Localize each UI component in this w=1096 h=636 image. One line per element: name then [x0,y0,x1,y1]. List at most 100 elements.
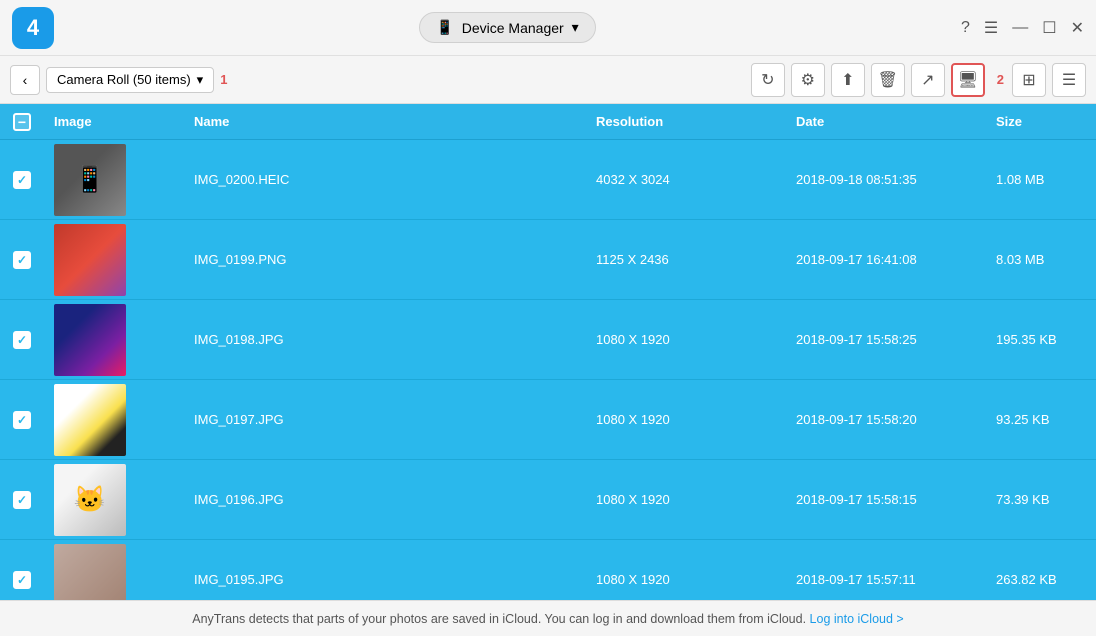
table-row: 🐱 IMG_0196.JPG 1080 X 1920 2018-09-17 15… [0,460,1096,540]
app-logo: 4 [12,7,54,49]
grid-icon: ⊞ [1022,70,1035,90]
row-date-5: 2018-09-17 15:57:11 [786,572,986,587]
to-computer-button[interactable]: 🖥 [951,63,985,97]
toolbar: ‹ Camera Roll (50 items) ▾ 1 ↻ ⚙ ⬆ 🗑 ↗ 🖥… [0,56,1096,104]
header-name: Name [184,114,586,129]
row-size-0: 1.08 MB [986,172,1096,187]
row-thumbnail-1 [54,224,126,296]
close-button[interactable]: ✕ [1071,18,1084,38]
notification-bar: AnyTrans detects that parts of your phot… [0,600,1096,636]
row-thumbnail-0: 📱 [54,144,126,216]
row-size-5: 263.82 KB [986,572,1096,587]
notification-text: AnyTrans detects that parts of your phot… [192,612,806,626]
export-icon: ↗ [921,70,934,90]
help-button[interactable]: ? [961,19,970,37]
table-body: 📱 IMG_0200.HEIC 4032 X 3024 2018-09-18 0… [0,140,1096,600]
album-label: Camera Roll (50 items) [57,72,191,87]
row-thumbnail-4: 🐱 [54,464,126,536]
restore-button[interactable]: ☐ [1042,18,1056,38]
row-checkbox-2[interactable] [13,331,31,349]
step1-label: 1 [220,72,227,87]
header-size: Size [986,114,1096,129]
grid-view-button[interactable]: ⊞ [1012,63,1046,97]
table-row: IMG_0199.PNG 1125 X 2436 2018-09-17 16:4… [0,220,1096,300]
titlebar-controls: ? ☰ — ☐ ✕ [961,18,1084,38]
row-image-2 [44,300,184,380]
row-date-3: 2018-09-17 15:58:20 [786,412,986,427]
row-resolution-1: 1125 X 2436 [586,252,786,267]
to-computer-icon: 🖥 [958,70,978,90]
row-checkbox-4[interactable] [13,491,31,509]
refresh-icon: ↻ [761,70,774,90]
row-date-0: 2018-09-18 08:51:35 [786,172,986,187]
table-row: IMG_0198.JPG 1080 X 1920 2018-09-17 15:5… [0,300,1096,380]
device-manager-label: Device Manager [462,20,564,36]
upload-icon: ⬆ [841,70,854,90]
row-name-0: IMG_0200.HEIC [184,172,586,187]
table-row: IMG_0197.JPG 1080 X 1920 2018-09-17 15:5… [0,380,1096,460]
row-size-1: 8.03 MB [986,252,1096,267]
menu-button[interactable]: ☰ [984,18,998,38]
step2-wrap: 2 [997,71,1006,89]
row-check-cell-4 [0,491,44,509]
titlebar: 4 📱 Device Manager ▾ ? ☰ — ☐ ✕ [0,0,1096,56]
delete-icon: 🗑 [878,70,898,90]
delete-button[interactable]: 🗑 [871,63,905,97]
row-check-cell-5 [0,571,44,589]
export-button[interactable]: ↗ [911,63,945,97]
header-check-cell: − [0,113,44,131]
back-button[interactable]: ‹ [10,65,40,95]
row-check-cell-0 [0,171,44,189]
row-image-5 [44,540,184,601]
row-date-1: 2018-09-17 16:41:08 [786,252,986,267]
table-row: IMG_0195.JPG 1080 X 1920 2018-09-17 15:5… [0,540,1096,600]
row-date-2: 2018-09-17 15:58:25 [786,332,986,347]
row-name-4: IMG_0196.JPG [184,492,586,507]
row-size-2: 195.35 KB [986,332,1096,347]
row-image-3 [44,380,184,460]
toolbar-spacer: 1 [220,71,745,89]
device-manager-button[interactable]: 📱 Device Manager ▾ [419,12,595,43]
icloud-login-link[interactable]: Log into iCloud > [810,612,904,626]
row-date-4: 2018-09-17 15:58:15 [786,492,986,507]
settings-button[interactable]: ⚙ [791,63,825,97]
album-selector[interactable]: Camera Roll (50 items) ▾ [46,67,214,93]
row-checkbox-5[interactable] [13,571,31,589]
list-icon: ☰ [1062,70,1076,90]
table-header: − Image Name Resolution Date Size [0,104,1096,140]
row-size-3: 93.25 KB [986,412,1096,427]
album-dropdown-arrow-icon: ▾ [197,72,204,88]
header-resolution: Resolution [586,114,786,129]
row-resolution-3: 1080 X 1920 [586,412,786,427]
row-size-4: 73.39 KB [986,492,1096,507]
row-resolution-5: 1080 X 1920 [586,572,786,587]
phone-icon: 📱 [436,19,453,36]
row-resolution-2: 1080 X 1920 [586,332,786,347]
row-image-0: 📱 [44,140,184,220]
row-image-4: 🐱 [44,460,184,540]
upload-button[interactable]: ⬆ [831,63,865,97]
table-row: 📱 IMG_0200.HEIC 4032 X 3024 2018-09-18 0… [0,140,1096,220]
row-image-1 [44,220,184,300]
minimize-button[interactable]: — [1012,19,1028,37]
list-view-button[interactable]: ☰ [1052,63,1086,97]
settings-icon: ⚙ [801,70,815,90]
row-checkbox-0[interactable] [13,171,31,189]
row-thumbnail-5 [54,544,126,601]
header-date: Date [786,114,986,129]
row-resolution-4: 1080 X 1920 [586,492,786,507]
row-name-3: IMG_0197.JPG [184,412,586,427]
row-name-2: IMG_0198.JPG [184,332,586,347]
row-thumbnail-3 [54,384,126,456]
header-image: Image [44,114,184,129]
row-check-cell-2 [0,331,44,349]
dropdown-arrow-icon: ▾ [572,19,579,36]
row-checkbox-3[interactable] [13,411,31,429]
to-computer-wrap: 🖥 [951,63,985,97]
step2-label: 2 [997,72,1004,87]
row-checkbox-1[interactable] [13,251,31,269]
refresh-button[interactable]: ↻ [751,63,785,97]
back-icon: ‹ [23,72,28,88]
row-thumbnail-2 [54,304,126,376]
header-checkbox[interactable]: − [13,113,31,131]
